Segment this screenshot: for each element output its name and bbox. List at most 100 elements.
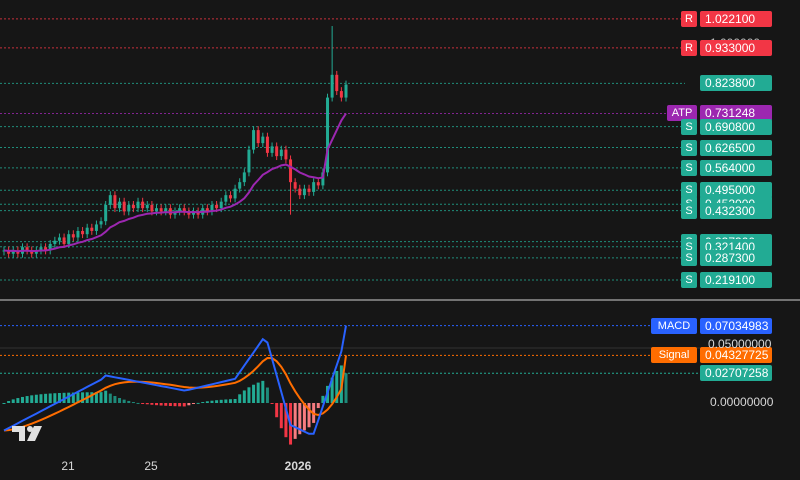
candle-body <box>81 230 85 235</box>
macd-histogram-bar <box>215 400 219 403</box>
macd-histogram-bar <box>39 394 43 403</box>
macd-histogram-bar <box>168 403 172 406</box>
support-2-value: 0.564000 <box>700 159 772 176</box>
candle-body <box>307 188 311 192</box>
macd-tick-000: 0.00000000 <box>710 395 774 409</box>
candle-body <box>339 91 343 98</box>
macd-histogram-bar <box>108 393 112 403</box>
candle-body <box>104 204 108 222</box>
candle-body <box>127 204 131 212</box>
macd-histogram-bar <box>233 398 237 403</box>
candle-body <box>145 204 149 209</box>
macd-histogram-bar <box>155 403 159 406</box>
support-8-value: 0.287300 <box>700 249 772 266</box>
candle-body <box>293 182 297 189</box>
macd-histogram-bar <box>201 402 205 404</box>
candle-body <box>150 204 154 212</box>
macd-histogram-bar <box>7 401 11 403</box>
candle-body <box>335 74 339 92</box>
macd-histogram-bar <box>307 403 311 428</box>
candle-body <box>247 149 251 173</box>
macd-histogram-bar <box>316 403 320 409</box>
resistance-0-value: 1.022100 <box>700 10 772 27</box>
candle-body <box>279 149 283 157</box>
candle-body <box>289 159 293 183</box>
candle-body <box>71 234 75 238</box>
candle-body <box>265 136 269 153</box>
macd-histogram-bar <box>44 393 48 403</box>
macd-histogram-bar <box>104 390 108 403</box>
macd-histogram-bar <box>127 400 131 403</box>
tradingview-logo-icon[interactable] <box>12 424 46 442</box>
macd-histogram-bar <box>11 399 15 403</box>
macd-histogram-bar <box>136 402 140 404</box>
candle-body <box>275 146 279 157</box>
macd-tag: MACD <box>651 317 697 334</box>
candle-body <box>155 208 159 212</box>
x-tick-25: 25 <box>144 459 158 473</box>
candle-body <box>131 204 135 209</box>
macd-histogram-bar <box>182 403 186 407</box>
candle-body <box>67 234 71 244</box>
macd-histogram-bar <box>34 394 38 403</box>
macd-histogram-bar <box>238 394 242 403</box>
macd-histogram-bar <box>30 395 34 403</box>
macd-histogram-bar <box>210 400 214 403</box>
candle-body <box>90 227 94 231</box>
candle-body <box>164 208 168 212</box>
macd-histogram-bar <box>228 399 232 403</box>
candle-body <box>233 188 237 199</box>
candle-body <box>94 224 98 231</box>
candle-body <box>284 149 288 160</box>
support-8-tag: S <box>681 249 697 266</box>
macd-histogram-bar <box>196 402 200 404</box>
candle-body <box>261 136 265 144</box>
support-1-tag: S <box>681 139 697 156</box>
macd-histogram-bar <box>131 402 135 404</box>
macd-histogram-bar <box>164 403 168 406</box>
macd-histogram-bar <box>25 396 29 403</box>
candle-body <box>85 227 89 235</box>
chart-root: 1.000000R1.022100R0.9330000.823800ATP0.7… <box>0 0 800 480</box>
support-2-tag: S <box>681 159 697 176</box>
support-1-value: 0.626500 <box>700 139 772 156</box>
macd-histogram-bar <box>2 403 6 404</box>
support-9-tag: S <box>681 272 697 289</box>
resistance-1-tag: R <box>681 39 697 56</box>
price-chart-canvas[interactable] <box>0 0 800 480</box>
candle-body <box>344 84 348 98</box>
candle-body <box>270 146 274 153</box>
candle-body <box>215 204 219 209</box>
candle-body <box>62 237 66 244</box>
macd-histogram-bar <box>256 382 260 403</box>
macd-histogram-bar <box>20 396 24 403</box>
x-tick-21: 21 <box>61 459 75 473</box>
candle-body <box>118 201 122 209</box>
histogram-value: 0.02707258 <box>700 365 772 382</box>
macd-histogram-bar <box>48 393 52 403</box>
macd-histogram-bar <box>113 396 117 403</box>
candle-body <box>122 201 126 212</box>
candle-body <box>224 195 228 202</box>
macd-histogram-bar <box>187 403 191 406</box>
candle-body <box>53 240 57 244</box>
candle-body <box>298 188 302 196</box>
macd-histogram-bar <box>252 384 256 403</box>
signal-tag: Signal <box>651 347 697 364</box>
candle-body <box>219 201 223 209</box>
candle-body <box>159 208 163 212</box>
macd-histogram-bar <box>159 403 163 406</box>
macd-histogram-bar <box>293 403 297 439</box>
macd-histogram-bar <box>16 398 20 403</box>
macd-histogram-bar <box>261 380 265 403</box>
macd-histogram-bar <box>242 390 246 403</box>
support-0-value: 0.690800 <box>700 118 772 135</box>
candle-body <box>57 237 61 241</box>
candle-body <box>99 221 103 225</box>
macd-histogram-bar <box>118 398 122 403</box>
candle-body <box>108 195 112 205</box>
macd-histogram-bar <box>205 401 209 403</box>
candle-body <box>330 74 334 98</box>
candle-body <box>113 195 117 209</box>
candle-body <box>302 188 306 196</box>
